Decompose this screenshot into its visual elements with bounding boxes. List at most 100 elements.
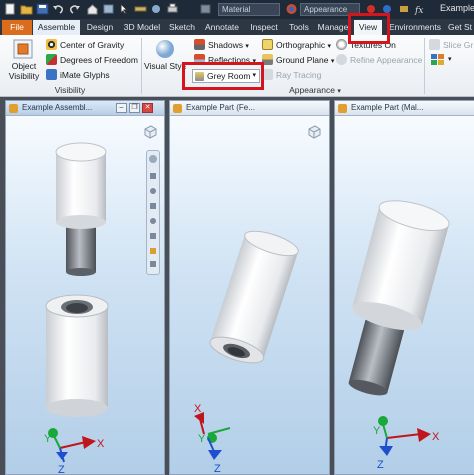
female-part-view-window[interactable]: Example Part (Fe... X Y Z [169, 100, 330, 475]
new-icon[interactable] [4, 3, 17, 15]
male-part-view-titlebar[interactable]: Example Part (Mal... [335, 101, 474, 116]
triad-x-label-2: X [194, 403, 202, 415]
minimize-button[interactable]: – [116, 103, 127, 113]
tab-3d-model[interactable]: 3D Model [120, 20, 164, 35]
female-part-tilted-model[interactable] [207, 226, 301, 368]
navigation-bar[interactable] [146, 150, 160, 275]
male-part-view-window[interactable]: Example Part (Mal... X Y Z [334, 100, 474, 475]
shadows-button[interactable]: Shadows ▾ [194, 38, 249, 52]
shadows-label: Shadows [208, 40, 243, 50]
grey-room-dropdown-icon: ▾ [252, 72, 256, 79]
svg-text:fx: fx [414, 6, 423, 15]
open-icon[interactable] [20, 3, 33, 15]
tab-design[interactable]: Design [82, 20, 118, 35]
female-part-view-title: Example Part (Fe... [186, 103, 255, 112]
assembly-view-titlebar[interactable]: Example Assembl... – ❐ ✕ [6, 101, 164, 116]
measure-icon[interactable] [134, 3, 147, 15]
imate-glyphs-button[interactable]: iMate Glyphs [46, 68, 110, 82]
select-icon[interactable] [118, 2, 131, 15]
slice-graphics-button[interactable]: Slice Gr [429, 38, 473, 52]
ray-tracing-label: Ray Tracing [276, 70, 322, 80]
center-of-gravity-label: Center of Gravity [60, 40, 125, 50]
refine-appearance-label: Refine Appearance [350, 55, 423, 65]
visual-style-icon [156, 40, 174, 58]
tab-annotate[interactable]: Annotate [200, 20, 244, 35]
view-cube-2[interactable] [306, 124, 322, 140]
tab-sketch[interactable]: Sketch [166, 20, 198, 35]
reflections-dropdown-icon[interactable]: ▾ [252, 58, 256, 65]
user-interface-icon[interactable] [430, 53, 446, 67]
assembly-canvas[interactable]: X Y Z [6, 116, 164, 474]
ground-plane-button[interactable]: Ground Plane ▾ [262, 53, 334, 67]
textures-on-button[interactable]: Textures On [336, 38, 396, 52]
shadows-dropdown-icon[interactable]: ▾ [245, 43, 249, 50]
orthographic-dropdown-icon[interactable]: ▾ [328, 43, 332, 50]
save-icon[interactable] [36, 3, 49, 15]
part-doc-icon-2 [338, 104, 347, 113]
grey-room-icon [195, 72, 204, 81]
shadows-icon [194, 39, 205, 50]
female-part-canvas[interactable]: X Y Z [170, 116, 329, 474]
ribbon-tab-bar: File Assemble Design 3D Model Sketch Ann… [0, 19, 474, 35]
object-visibility-icon [13, 39, 33, 59]
tab-view[interactable]: View [354, 20, 382, 35]
ground-plane-dropdown-icon[interactable]: ▾ [331, 58, 335, 65]
degrees-of-freedom-button[interactable]: Degrees of Freedom [46, 53, 138, 67]
redo-icon[interactable] [68, 3, 81, 15]
male-part-canvas[interactable]: X Y Z [335, 116, 474, 474]
orthographic-button[interactable]: Orthographic ▾ [262, 38, 331, 52]
ray-tracing-button[interactable]: Ray Tracing [262, 68, 321, 82]
male-part-tilted-model[interactable] [335, 195, 452, 403]
appearance-dropdown[interactable]: Appearance [300, 3, 360, 16]
print-icon[interactable] [166, 3, 179, 15]
object-visibility-button[interactable]: Object Visibility [4, 37, 44, 83]
tab-get-started[interactable]: Get St [446, 20, 474, 35]
textures-on-label: Textures On [350, 40, 396, 50]
view-cube[interactable] [142, 124, 158, 140]
visual-style-label: Visual Style [144, 61, 186, 71]
male-part-model[interactable] [55, 142, 107, 276]
tab-tools[interactable]: Tools [284, 20, 314, 35]
clear-icon[interactable] [398, 3, 411, 15]
appearance-adjust-icon[interactable] [382, 3, 395, 15]
triad-y-label: Y [44, 433, 52, 445]
tab-assemble[interactable]: Assemble [33, 20, 80, 35]
tab-manage[interactable]: Manage [316, 20, 350, 35]
slice-graphics-label: Slice Gr [443, 40, 474, 50]
update-icon[interactable] [102, 3, 115, 15]
view-ribbon-panel: Object Visibility Center of Gravity Degr… [0, 35, 474, 97]
window-title: Example [440, 3, 474, 13]
material-dropdown[interactable]: Material [218, 3, 280, 16]
graphics-workspace: Example Assembl... – ❐ ✕ X Y Z Example P… [0, 97, 474, 475]
fx-icon[interactable]: fx [414, 3, 427, 16]
female-part-view-titlebar[interactable]: Example Part (Fe... [170, 101, 329, 116]
ribbon-separator [141, 38, 142, 94]
visual-style-button[interactable]: Visual Style [144, 37, 186, 83]
textures-icon [336, 39, 347, 50]
orthographic-icon [262, 39, 273, 50]
clear-appearance-icon[interactable] [366, 3, 379, 15]
male-part-view-title: Example Part (Mal... [351, 103, 424, 112]
view-triad-3: X Y Z [373, 416, 440, 471]
degrees-of-freedom-icon [46, 54, 57, 65]
grey-room-label: Grey Room [207, 71, 251, 81]
adjust-icon[interactable] [150, 3, 163, 15]
home-icon[interactable] [86, 3, 99, 15]
imate-glyphs-label: iMate Glyphs [60, 70, 110, 80]
lighting-style-dropdown[interactable]: Grey Room ▾ [192, 69, 260, 83]
assembly-view-window[interactable]: Example Assembl... – ❐ ✕ X Y Z [5, 100, 165, 475]
restore-button[interactable]: ❐ [129, 103, 140, 113]
refine-appearance-button[interactable]: Refine Appearance [336, 53, 422, 67]
triad-z-label-3: Z [377, 459, 384, 471]
reflections-icon [194, 54, 205, 65]
tab-file[interactable]: File [2, 20, 32, 35]
undo-icon[interactable] [52, 3, 65, 15]
reflections-button[interactable]: Reflections ▾ [194, 53, 256, 67]
tab-environments[interactable]: Environments [386, 20, 444, 35]
female-part-model[interactable] [45, 294, 109, 417]
user-interface-dropdown-icon[interactable]: ▾ [448, 55, 452, 63]
tab-inspect[interactable]: Inspect [246, 20, 282, 35]
center-of-gravity-button[interactable]: Center of Gravity [46, 38, 124, 52]
appearance-group-expand-icon[interactable]: ▾ [337, 88, 341, 95]
close-button[interactable]: ✕ [142, 103, 153, 113]
